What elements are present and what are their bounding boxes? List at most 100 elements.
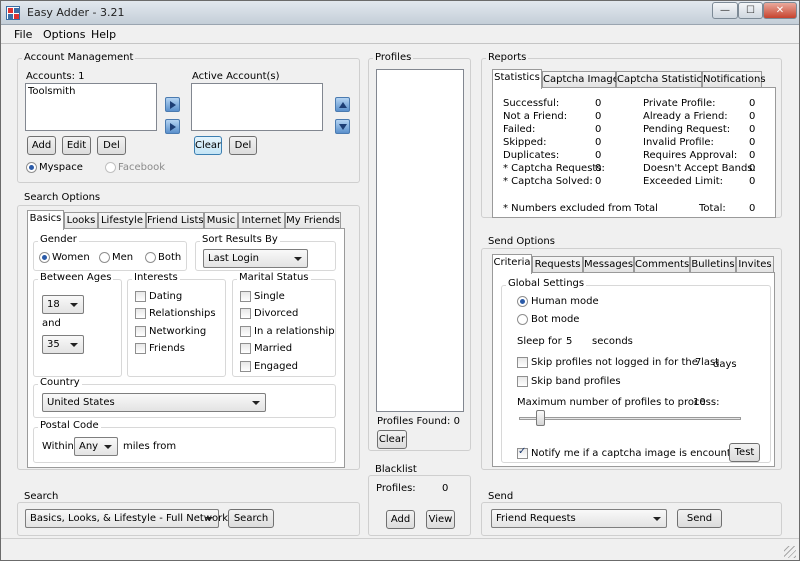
active-accounts-list[interactable] [191, 83, 323, 131]
tab-invites[interactable]: Invites [736, 256, 774, 273]
clear-active-button[interactable]: Clear [194, 136, 222, 155]
tab-basics[interactable]: Basics [27, 210, 64, 230]
bot-mode-radio[interactable] [517, 314, 528, 325]
miles-from-label: miles from [123, 441, 177, 452]
skip-band-checkbox[interactable] [517, 376, 528, 387]
blacklist-view-button[interactable]: View [426, 510, 455, 529]
menu-file[interactable]: File [14, 28, 32, 41]
send-type-select[interactable]: Friend Requests [491, 509, 667, 528]
list-item[interactable]: Toolsmith [28, 86, 75, 97]
edit-account-button[interactable]: Edit [62, 136, 91, 155]
resize-grip-icon[interactable] [784, 546, 796, 558]
sort-value: Last Login [208, 253, 259, 264]
stat-approval-label: Requires Approval: [643, 150, 738, 161]
stat-approval-value: 0 [749, 150, 756, 161]
min-age-select[interactable]: 18 [42, 295, 84, 314]
send-button[interactable]: Send [677, 509, 722, 528]
blacklist-add-button[interactable]: Add [386, 510, 415, 529]
search-tabs: Basics Looks Lifestyle Friend Lists Musi… [27, 210, 343, 230]
marital-engaged-checkbox[interactable] [240, 361, 251, 372]
tab-messages[interactable]: Messages [583, 256, 634, 273]
tab-looks[interactable]: Looks [64, 212, 98, 229]
within-label: Within [42, 441, 74, 452]
profiles-list[interactable] [376, 69, 464, 412]
gender-men-radio[interactable] [99, 252, 110, 263]
sort-select[interactable]: Last Login [203, 249, 308, 268]
interest-friends-checkbox[interactable] [135, 343, 146, 354]
stat-not-friend-label: Not a Friend: [503, 111, 568, 122]
ages-and-label: and [42, 318, 61, 329]
maximize-button[interactable]: ☐ [738, 2, 763, 19]
chevron-down-icon [252, 401, 260, 405]
skip-logged-in-checkbox[interactable] [517, 357, 528, 368]
marital-relationship-checkbox[interactable] [240, 326, 251, 337]
stat-private-value: 0 [749, 98, 756, 109]
interest-dating-checkbox[interactable] [135, 291, 146, 302]
tab-captcha-image[interactable]: Captcha Image [542, 71, 619, 88]
move-up-button[interactable] [335, 97, 350, 112]
menu-help[interactable]: Help [91, 28, 116, 41]
clear-profiles-button[interactable]: Clear [377, 430, 407, 449]
stat-pending-value: 0 [749, 124, 756, 135]
skip-days-value[interactable]: 7 [695, 357, 701, 368]
marital-married-checkbox[interactable] [240, 343, 251, 354]
search-group-label: Search [22, 491, 61, 502]
title-bar[interactable]: Easy Adder - 3.21 — ☐ ✕ [1, 1, 799, 25]
chevron-down-icon [70, 303, 78, 307]
profiles-found-label: Profiles Found: 0 [377, 416, 460, 427]
send-tabs: Criteria Requests Messages Comments Bull… [492, 254, 774, 274]
accounts-list[interactable]: Toolsmith [25, 83, 157, 131]
interest-relationships-checkbox[interactable] [135, 308, 146, 319]
close-button[interactable]: ✕ [763, 2, 797, 19]
tab-notifications[interactable]: Notifications [702, 71, 766, 88]
global-settings-group [501, 285, 771, 463]
human-mode-radio[interactable] [517, 296, 528, 307]
max-profiles-slider-track[interactable] [519, 417, 741, 420]
stat-pending-label: Pending Request: [643, 124, 731, 135]
myspace-radio[interactable] [26, 162, 37, 173]
tab-friend-lists[interactable]: Friend Lists [146, 212, 204, 229]
minimize-button[interactable]: — [712, 2, 738, 19]
tab-comments[interactable]: Comments [634, 256, 690, 273]
max-profiles-slider-thumb[interactable] [535, 410, 545, 426]
interest-networking-checkbox[interactable] [135, 326, 146, 337]
move-right-button[interactable] [165, 119, 180, 134]
stat-skipped-value: 0 [595, 137, 602, 148]
test-button[interactable]: Test [729, 443, 760, 462]
active-accounts-label: Active Account(s) [192, 71, 280, 82]
move-down-button[interactable] [335, 119, 350, 134]
stat-successful-value: 0 [595, 98, 602, 109]
tab-lifestyle[interactable]: Lifestyle [98, 212, 146, 229]
max-age-select[interactable]: 35 [42, 335, 84, 354]
notify-captcha-checkbox[interactable] [517, 446, 528, 459]
country-select[interactable]: United States [42, 393, 266, 412]
move-all-right-button[interactable] [165, 97, 180, 112]
tab-internet[interactable]: Internet [238, 212, 285, 229]
tab-captcha-statistics[interactable]: Captcha Statistics [616, 71, 707, 88]
tab-my-friends[interactable]: My Friends [285, 212, 341, 229]
gender-both-radio[interactable] [145, 252, 156, 263]
search-button[interactable]: Search [228, 509, 274, 528]
stat-already-friend-value: 0 [749, 111, 756, 122]
stat-duplicates-value: 0 [595, 150, 602, 161]
tab-criteria[interactable]: Criteria [492, 254, 532, 274]
reports-label: Reports [486, 52, 529, 63]
search-type-select[interactable]: Basics, Looks, & Lifestyle - Full Networ… [25, 509, 228, 528]
tab-statistics[interactable]: Statistics [492, 69, 542, 89]
marital-divorced-checkbox[interactable] [240, 308, 251, 319]
statistics-panel: Successful: 0 Not a Friend: 0 Failed: 0 … [492, 87, 776, 218]
tab-bulletins[interactable]: Bulletins [690, 256, 736, 273]
app-icon [6, 6, 20, 20]
add-account-button[interactable]: Add [27, 136, 56, 155]
tab-requests[interactable]: Requests [532, 256, 583, 273]
country-label: Country [38, 377, 82, 388]
sleep-value[interactable]: 5 [566, 336, 572, 347]
max-profiles-value: 10 [693, 397, 706, 408]
tab-music[interactable]: Music [204, 212, 238, 229]
delete-account-button[interactable]: Del [97, 136, 126, 155]
gender-women-radio[interactable] [39, 252, 50, 263]
marital-single-checkbox[interactable] [240, 291, 251, 302]
menu-options[interactable]: Options [43, 28, 85, 41]
distance-select[interactable]: Any [74, 437, 118, 456]
delete-active-button[interactable]: Del [229, 136, 257, 155]
